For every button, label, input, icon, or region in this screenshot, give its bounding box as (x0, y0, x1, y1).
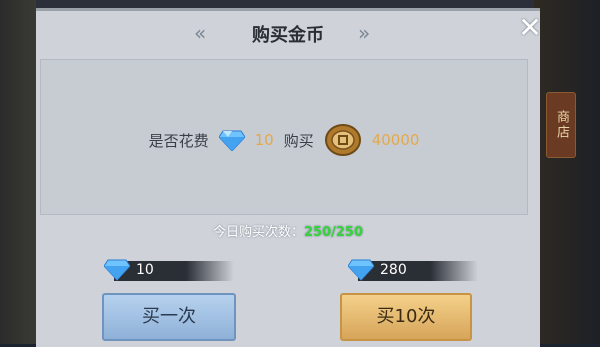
daily-count-value: 250/250 (303, 225, 364, 240)
buy-ten-button[interactable]: 买10次 (340, 293, 472, 341)
buy-ten-cost: 280 (348, 259, 478, 281)
close-icon[interactable]: ✕ (514, 13, 546, 43)
buy-once-cost: 10 (104, 259, 234, 281)
daily-purchase-count: 今日购买次数：250/250 (36, 221, 540, 240)
diamond-icon (218, 130, 245, 151)
background-left-edge (0, 0, 36, 344)
diamond-icon (348, 259, 374, 281)
diamond-icon (104, 259, 130, 281)
diamond-amount: 10 (254, 131, 274, 149)
prompt-middle: 购买 (283, 131, 314, 150)
purchase-prompt-line: 是否花费 10 购买 40000 (41, 120, 527, 160)
buy-ten-cost-value: 280 (380, 262, 407, 278)
dialog-title: 购买金币 (252, 25, 324, 46)
gold-coin-icon (324, 124, 361, 156)
dialog-header: « 购买金币 » ✕ (36, 11, 542, 51)
buy-once-cost-value: 10 (136, 262, 154, 278)
gold-amount: 40000 (371, 131, 420, 149)
purchase-info-panel: 是否花费 10 购买 40000 (40, 59, 528, 215)
buy-once-button[interactable]: 买一次 (102, 293, 236, 341)
shop-sign: 商店 (546, 92, 576, 158)
prompt-prefix: 是否花费 (148, 131, 209, 150)
chevron-right-icon: » (358, 21, 371, 45)
daily-count-label: 今日购买次数： (212, 225, 304, 240)
background-right-edge (534, 0, 600, 344)
buy-gold-dialog: « 购买金币 » ✕ 是否花费 10 购买 40000 今日购买次数：250/2… (36, 8, 542, 347)
